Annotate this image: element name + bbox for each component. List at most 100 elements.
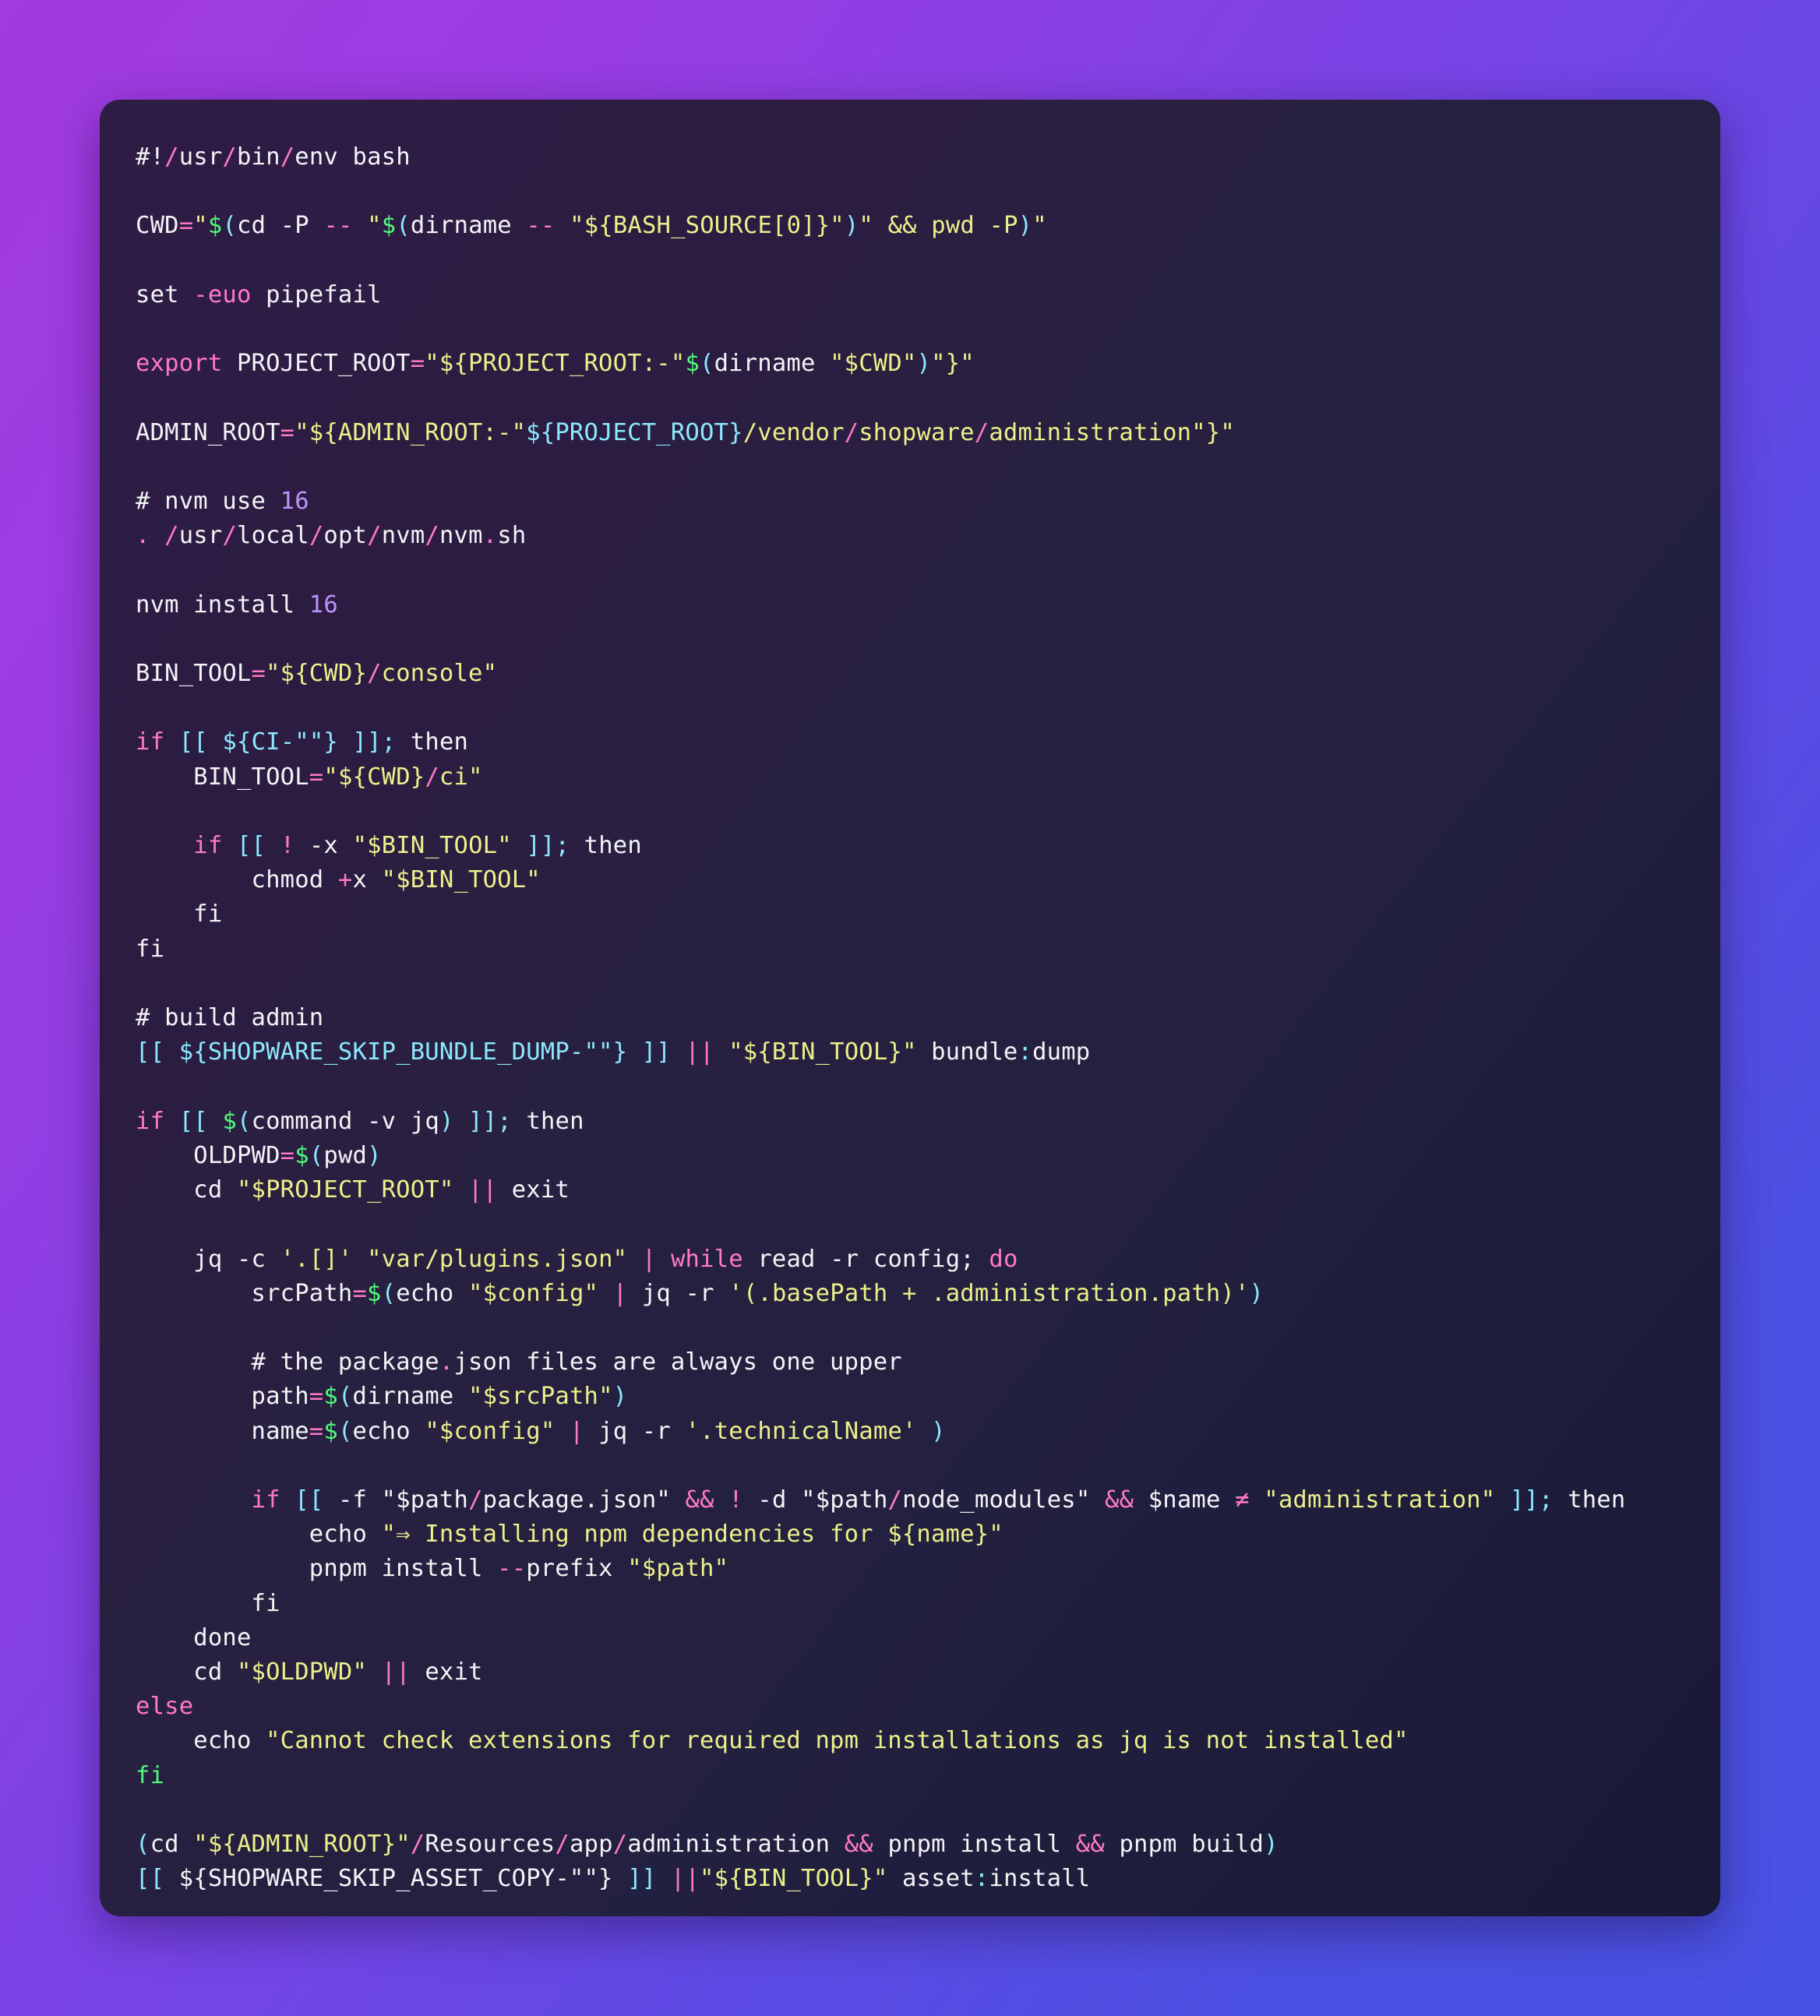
code-token-plain: cd bbox=[150, 1830, 194, 1858]
code-line: cd "$OLDPWD" || exit bbox=[136, 1658, 483, 1686]
code-token-keyword: && bbox=[844, 1830, 873, 1858]
code-token-keyword: -- bbox=[526, 212, 556, 240]
code-token-keyword: / bbox=[164, 522, 179, 550]
code-token-comment: # nvm use bbox=[136, 488, 280, 516]
code-token-plain: jq bbox=[584, 1417, 642, 1445]
code-token-keyword: / bbox=[612, 1830, 628, 1858]
code-token-string: "administration" bbox=[1264, 1486, 1496, 1514]
code-token-string: "$path" bbox=[627, 1555, 729, 1583]
code-line: if [[ -f "$path/package.json" && ! -d "$… bbox=[136, 1486, 1626, 1514]
code-token-plain: dirname bbox=[714, 350, 831, 378]
code-line: done bbox=[136, 1624, 252, 1651]
code-token-string: "$OLDPWD" bbox=[236, 1658, 368, 1686]
code-token-plain: asset bbox=[887, 1865, 975, 1893]
code-token-plain: package.json" bbox=[482, 1486, 671, 1514]
code-line: pnpm install --prefix "$path" bbox=[136, 1555, 728, 1582]
code-token-variable: ; bbox=[497, 1107, 512, 1135]
code-token-keyword: if bbox=[251, 1486, 280, 1514]
code-line: BIN_TOOL="${CWD}/ci" bbox=[136, 763, 483, 791]
code-token-plain: srcPath bbox=[136, 1279, 353, 1307]
code-token-keyword: / bbox=[367, 660, 382, 688]
code-line: fi bbox=[136, 936, 164, 963]
code-token-variable: ]] bbox=[627, 1865, 657, 1893]
code-line: CWD="$(cd -P -- "$(dirname -- "${BASH_SO… bbox=[136, 212, 1047, 239]
code-token-keyword: | bbox=[570, 1417, 584, 1445]
code-token-variable: ( bbox=[337, 1383, 353, 1411]
code-token-variable: ${PROJECT_ROOT} bbox=[526, 418, 743, 446]
code-line: (cd "${ADMIN_ROOT}"/Resources/app/admini… bbox=[136, 1831, 1279, 1858]
code-token-keyword: = bbox=[251, 660, 266, 688]
code-token-keyword: = bbox=[280, 1141, 295, 1169]
code-token-string: vendor bbox=[757, 418, 845, 446]
code-token-plain: fi bbox=[136, 1589, 280, 1617]
code-token-string: pwd -P bbox=[931, 212, 1018, 240]
code-token-keyword: && bbox=[685, 1486, 714, 1514]
code-token-plain: config; bbox=[859, 1245, 989, 1273]
code-token-string: " bbox=[367, 212, 382, 240]
code-token-keyword: + bbox=[337, 866, 353, 894]
code-token-plain: -c bbox=[236, 1245, 266, 1273]
code-token-keyword: = bbox=[309, 1417, 324, 1445]
code-token-function: $ bbox=[367, 1279, 382, 1307]
code-token-plain: $name bbox=[1134, 1486, 1236, 1514]
code-token-variable: [[ bbox=[295, 1486, 324, 1514]
code-token-variable: ]] bbox=[641, 1038, 671, 1066]
code-token-keyword: -- bbox=[323, 212, 353, 240]
code-token-keyword: || bbox=[381, 1658, 411, 1686]
code-token-plain: name bbox=[136, 1417, 309, 1445]
code-token-plain: then bbox=[396, 728, 469, 756]
code-line: # nvm use 16 bbox=[136, 488, 309, 515]
code-token-plain: administration bbox=[627, 1830, 845, 1858]
code-token-plain: then bbox=[570, 832, 642, 860]
code-token-plain: ${SHOPWARE_SKIP_ASSET_COPY-""} bbox=[178, 1865, 613, 1893]
code-token-variable: ) bbox=[844, 212, 859, 240]
code-token-string: "$config" bbox=[425, 1417, 556, 1445]
code-token-keyword: = bbox=[280, 418, 295, 446]
code-token-plain: bundle bbox=[916, 1038, 1018, 1066]
code-token-variable: ) bbox=[931, 1417, 946, 1445]
code-line: set -euo pipefail bbox=[136, 281, 382, 308]
code-token-plain: pnpm install bbox=[136, 1555, 498, 1583]
code-line: if [[ $(command -v jq) ]]; then bbox=[136, 1108, 584, 1135]
code-token-keyword: = bbox=[410, 350, 425, 378]
code-token-variable: [[ bbox=[236, 832, 266, 860]
code-line: echo "⇒ Installing npm dependencies for … bbox=[136, 1521, 1003, 1548]
code-token-string: " bbox=[193, 1830, 208, 1858]
code-token-plain: fi bbox=[136, 901, 223, 929]
code-token-keyword: / bbox=[410, 1830, 425, 1858]
code-snippet-body: #!/usr/bin/env bash CWD="$(cd -P -- "$(d… bbox=[100, 100, 1720, 1916]
code-token-variable: : bbox=[974, 1865, 989, 1893]
code-token-plain: usr bbox=[178, 143, 223, 171]
code-token-keyword: / bbox=[468, 1486, 483, 1514]
code-token-function: $ bbox=[381, 212, 397, 240]
code-token-keyword: / bbox=[222, 522, 238, 550]
code-token-plain: jq bbox=[136, 1245, 237, 1273]
code-token-variable: ) bbox=[1264, 1830, 1279, 1858]
code-token-string: "${BASH_SOURCE[0]}" bbox=[570, 212, 845, 240]
code-token-variable: ]] bbox=[352, 728, 382, 756]
code-token-variable: [[ bbox=[136, 1038, 165, 1066]
code-token-keyword: || bbox=[670, 1865, 700, 1893]
code-token-variable: ( bbox=[136, 1830, 150, 1858]
code-token-string: "$BIN_TOOL" bbox=[381, 866, 541, 894]
code-token-string: ${CWD} bbox=[337, 763, 425, 791]
code-token-string: shopware bbox=[859, 418, 975, 446]
code-token-plain: echo bbox=[136, 1521, 382, 1549]
code-token-keyword: / bbox=[164, 143, 179, 171]
code-token-string: "$BIN_TOOL" bbox=[352, 832, 512, 860]
code-token-string: ${ADMIN_ROOT} bbox=[207, 1830, 397, 1858]
